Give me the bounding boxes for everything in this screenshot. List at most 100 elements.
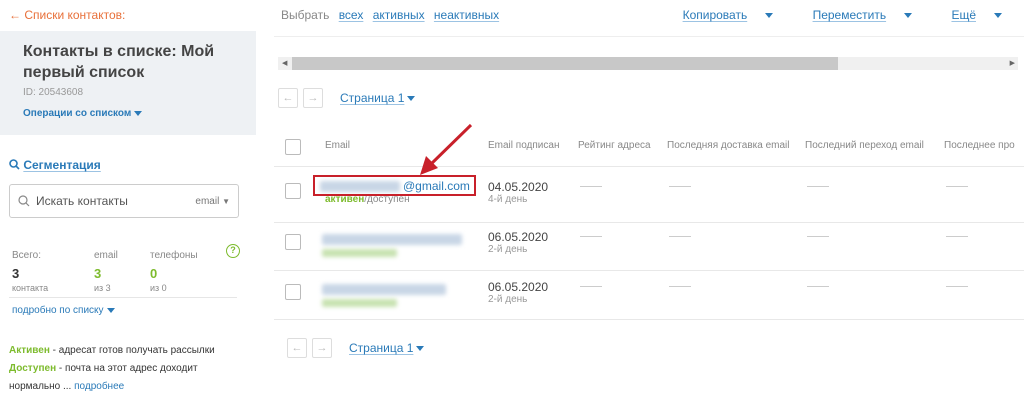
list-details-label: подробно по списку (12, 305, 104, 316)
segmentation-label: Сегментация (23, 158, 101, 172)
list-details-link[interactable]: подробно по списку (12, 305, 115, 316)
chevron-down-icon (416, 346, 425, 352)
divider (9, 297, 237, 298)
select-inactive-link[interactable]: неактивных (434, 8, 499, 22)
empty-cell (807, 186, 829, 187)
prev-page-button[interactable]: ← (287, 338, 307, 358)
copy-label: Копировать (682, 8, 748, 22)
select-all-checkbox[interactable] (285, 139, 301, 155)
move-dropdown[interactable]: Переместить (795, 8, 913, 22)
search-input[interactable]: Искать контакты email ▼ (9, 184, 239, 218)
stats-total-value: 3 (12, 266, 20, 281)
empty-cell (580, 186, 602, 187)
legend-more-link[interactable]: подробнее (74, 381, 124, 392)
scrollbar-thumb[interactable] (292, 57, 838, 70)
column-header-email[interactable]: Email (325, 140, 350, 151)
subscribed-day: 2-й день (488, 244, 528, 255)
empty-cell (946, 286, 968, 287)
email-redacted[interactable] (322, 234, 462, 245)
scroll-left-icon[interactable]: ◀ (282, 57, 287, 70)
arrow-annotation-icon (420, 123, 473, 175)
stats-phones-value: 0 (150, 266, 158, 281)
empty-cell (946, 236, 968, 237)
status-redacted (322, 299, 397, 307)
chevron-down-icon (106, 307, 115, 313)
prev-page-button[interactable]: ← (278, 88, 298, 108)
pager-bottom: ← → Страница 1 (287, 338, 425, 358)
divider (274, 270, 1024, 271)
page-select[interactable]: Страница 1 (340, 91, 416, 105)
more-label: Ещё (951, 8, 976, 22)
search-filter-select[interactable]: email ▼ (195, 196, 230, 207)
page-label: Страница 1 (349, 341, 414, 355)
empty-cell (580, 286, 602, 287)
row-checkbox[interactable] (285, 234, 301, 250)
legend-active-text: - адресат готов получать рассылки (49, 345, 215, 356)
email-redacted[interactable] (322, 284, 446, 295)
stats-email-value: 3 (94, 266, 102, 281)
next-page-button[interactable]: → (312, 338, 332, 358)
list-info-card: Контакты в списке: Мой первый список ID:… (0, 31, 256, 135)
divider (274, 166, 1024, 167)
page-label: Страница 1 (340, 91, 405, 105)
empty-cell (669, 286, 691, 287)
actions-bar: Копировать Переместить Ещё (647, 8, 1002, 22)
list-operations-label: Операции со списком (23, 108, 132, 119)
column-header-rating[interactable]: Рейтинг адреса (578, 140, 651, 151)
subscribed-day: 4-й день (488, 194, 528, 205)
main-panel: Выбрать всех активных неактивных Копиров… (256, 0, 1024, 396)
chevron-down-icon (994, 13, 1002, 19)
sidebar: ← Списки контактов: Контакты в списке: М… (0, 0, 256, 396)
next-page-button[interactable]: → (303, 88, 323, 108)
stats-email-sub: из 3 (94, 283, 111, 293)
column-header-last[interactable]: Последнее про (944, 140, 1015, 151)
empty-cell (669, 236, 691, 237)
triangle-down-icon: ▼ (222, 196, 230, 206)
empty-cell (669, 186, 691, 187)
page-select[interactable]: Страница 1 (349, 341, 425, 355)
divider (274, 36, 1024, 37)
more-dropdown[interactable]: Ещё (933, 8, 1002, 22)
list-title: Контакты в списке: Мой первый список (23, 43, 215, 81)
search-icon (9, 159, 20, 170)
select-all-link[interactable]: всех (339, 8, 364, 22)
move-label: Переместить (812, 8, 887, 22)
stats-email-label: email (94, 250, 118, 261)
highlight-box (313, 175, 476, 196)
stats-phones-label: телефоны (150, 250, 198, 261)
column-header-subscribed[interactable]: Email подписан (488, 140, 559, 151)
chevron-down-icon (765, 13, 774, 19)
subscribed-day: 2-й день (488, 294, 528, 305)
status-redacted (322, 249, 397, 257)
horizontal-scrollbar[interactable]: ◀ ▶ (278, 57, 1018, 70)
pager-top: ← → Страница 1 (278, 88, 416, 108)
subscribed-date: 06.05.2020 (488, 230, 549, 244)
status-legend: Активен - адресат готов получать рассылк… (9, 342, 239, 396)
search-placeholder: Искать контакты (36, 194, 128, 208)
chevron-down-icon (407, 96, 416, 102)
list-operations-dropdown[interactable]: Операции со списком (23, 108, 233, 119)
legend-available-text: - почта на этот адрес доходит (56, 363, 198, 374)
legend-more-prefix: нормально ... (9, 381, 75, 392)
row-checkbox[interactable] (285, 284, 301, 300)
row-checkbox[interactable] (285, 183, 301, 199)
empty-cell (946, 186, 968, 187)
select-label: Выбрать (281, 8, 330, 22)
divider (274, 319, 1024, 320)
help-icon[interactable]: ? (226, 244, 240, 258)
column-header-last-delivery[interactable]: Последняя доставка email (667, 140, 789, 151)
empty-cell (807, 236, 829, 237)
column-header-last-click[interactable]: Последний переход email (805, 140, 924, 151)
legend-available-term: Доступен (9, 363, 57, 374)
back-to-lists-link[interactable]: ← Списки контактов: (9, 8, 125, 22)
segmentation-link[interactable]: Сегментация (9, 158, 101, 172)
stats-total-label: Всего: (12, 250, 41, 261)
search-filter-value: email (195, 195, 220, 207)
chevron-down-icon (134, 110, 143, 116)
chevron-down-icon (904, 13, 913, 19)
scroll-right-icon[interactable]: ▶ (1010, 57, 1015, 70)
legend-active-term: Активен (9, 345, 50, 356)
select-active-link[interactable]: активных (373, 8, 425, 22)
subscribed-date: 06.05.2020 (488, 280, 549, 294)
copy-dropdown[interactable]: Копировать (665, 8, 774, 22)
